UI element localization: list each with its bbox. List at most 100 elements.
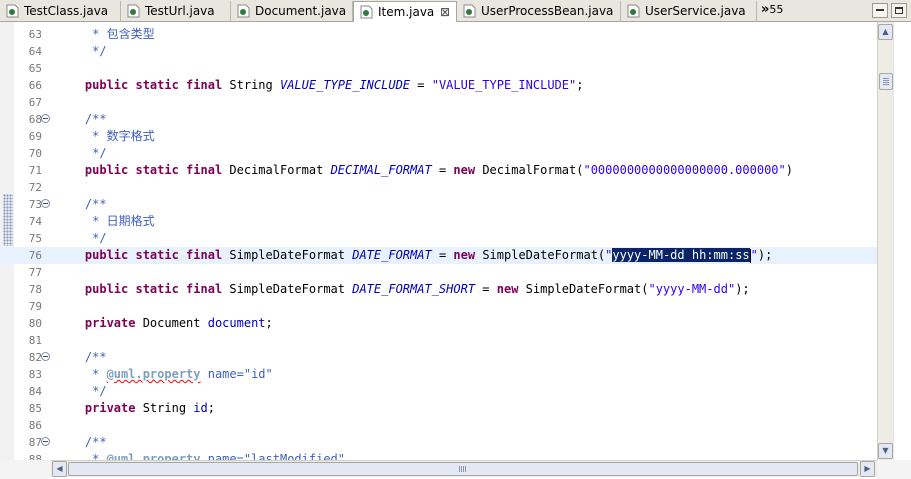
code-token: */	[56, 44, 107, 58]
tab-testclass[interactable]: TestClass.java	[0, 1, 121, 22]
code-token: =	[431, 163, 454, 177]
code-token: );	[735, 282, 750, 296]
code-line[interactable]: 70 */	[0, 145, 877, 162]
code-line[interactable]: 77	[0, 264, 877, 281]
code-line[interactable]: 85 private String id;	[0, 400, 877, 417]
code-token: private	[84, 316, 136, 330]
tab-label: TestUrl.java	[145, 4, 215, 18]
code-line[interactable]: 87 /**	[0, 434, 877, 451]
code-line[interactable]: 86	[0, 417, 877, 434]
code-line[interactable]: 69 * 数字格式	[0, 128, 877, 145]
code-token: new	[453, 163, 476, 177]
tab-userservice[interactable]: UserService.java	[621, 1, 757, 22]
code-token: ;	[576, 78, 584, 92]
fold-collapse-icon[interactable]	[41, 437, 50, 446]
code-line[interactable]: 79	[0, 298, 877, 315]
line-number: 87	[28, 436, 42, 449]
code-line[interactable]: 80 private Document document;	[0, 315, 877, 332]
code-token: SimpleDateFormat	[222, 282, 353, 296]
code-line[interactable]: 74 * 日期格式	[0, 213, 877, 230]
code-line[interactable]: 73 /**	[0, 196, 877, 213]
code-line[interactable]: 66 public static final String VALUE_TYPE…	[0, 77, 877, 94]
code-line[interactable]: 83 * @uml.property name="id"	[0, 366, 877, 383]
code-token: document	[207, 316, 266, 330]
code-line[interactable]: 84 */	[0, 383, 877, 400]
window-controls	[869, 3, 907, 22]
code-token: * 日期格式	[56, 214, 155, 228]
java-file-icon	[237, 4, 250, 18]
code-text: */	[56, 145, 107, 162]
code-token: DecimalFormat(	[475, 163, 584, 177]
close-tab-icon[interactable]: ⊠	[440, 2, 450, 22]
code-line[interactable]: 63 * 包含类型	[0, 26, 877, 43]
code-token: new	[496, 282, 519, 296]
code-token: * 包含类型	[56, 27, 155, 41]
code-line[interactable]: 72	[0, 179, 877, 196]
scroll-up-icon[interactable]: ▲	[878, 24, 893, 40]
code-line[interactable]: 65	[0, 60, 877, 77]
overview-ruler[interactable]	[893, 22, 911, 460]
vertical-scrollbar[interactable]: ▲ ▼	[877, 22, 893, 460]
horizontal-scrollbar[interactable]: ◀ ▶	[51, 460, 877, 477]
code-token: id	[193, 401, 208, 415]
line-number: 67	[28, 96, 42, 109]
code-token: */	[56, 146, 107, 160]
line-number: 82	[28, 351, 42, 364]
scroll-left-icon[interactable]: ◀	[52, 461, 67, 477]
code-editor[interactable]: 63 * 包含类型 64 */65 66 public static final S…	[0, 22, 877, 460]
code-line[interactable]: 76 public static final SimpleDateFormat …	[0, 247, 877, 264]
code-line[interactable]: 82 /**	[0, 349, 877, 366]
tab-testurl[interactable]: TestUrl.java	[121, 1, 231, 22]
tab-label: UserService.java	[645, 4, 746, 18]
code-line[interactable]: 88 * @uml.property name="lastModified"	[0, 451, 877, 460]
code-line[interactable]: 64 */	[0, 43, 877, 60]
code-line[interactable]: 67	[0, 94, 877, 111]
line-number: 78	[28, 283, 42, 296]
java-file-icon	[127, 4, 140, 18]
code-token: "0000000000000000000.000000"	[583, 163, 786, 177]
code-line[interactable]: 75 */	[0, 230, 877, 247]
code-line[interactable]: 71 public static final DecimalFormat DEC…	[0, 162, 877, 179]
line-number: 88	[28, 453, 42, 460]
fold-collapse-icon[interactable]	[41, 352, 50, 361]
code-token: private	[84, 401, 136, 415]
line-number: 79	[28, 300, 42, 313]
horizontal-scroll-thumb[interactable]	[68, 462, 858, 476]
code-token: @uml.property	[106, 367, 201, 381]
code-token: public static final	[84, 248, 223, 262]
line-number: 68	[28, 113, 42, 126]
tab-userprocessbean[interactable]: UserProcessBean.java	[457, 1, 621, 22]
code-line[interactable]: 81	[0, 332, 877, 349]
code-text: */	[56, 383, 106, 400]
vertical-scroll-thumb[interactable]	[879, 73, 893, 90]
line-number: 71	[28, 164, 42, 177]
code-token: /**	[56, 435, 107, 449]
scroll-right-icon[interactable]: ▶	[860, 461, 875, 477]
code-text: * @uml.property name="id"	[56, 366, 273, 383]
code-token: *	[56, 367, 107, 381]
code-token: "	[750, 248, 758, 262]
code-line[interactable]: 68 /**	[0, 111, 877, 128]
code-token: * 数字格式	[56, 129, 155, 143]
code-token: *	[56, 452, 107, 460]
fold-collapse-icon[interactable]	[41, 114, 50, 123]
tab-overflow-button[interactable]: »55	[761, 0, 783, 20]
maximize-icon[interactable]	[891, 3, 907, 18]
scroll-corner-left	[0, 460, 51, 479]
line-number: 81	[28, 334, 42, 347]
code-token: public static final	[84, 163, 223, 177]
tab-item[interactable]: Item.java ⊠	[353, 1, 457, 23]
fold-collapse-icon[interactable]	[41, 199, 50, 208]
editor-tab-bar: TestClass.java TestUrl.java Document.jav…	[0, 0, 911, 23]
code-text: /**	[56, 434, 107, 451]
code-line[interactable]: 78 public static final SimpleDateFormat …	[0, 281, 877, 298]
scroll-down-icon[interactable]: ▼	[878, 443, 893, 459]
code-text: */	[56, 43, 107, 60]
tab-document[interactable]: Document.java	[231, 1, 353, 22]
line-number: 64	[28, 45, 42, 58]
minimize-icon[interactable]	[872, 3, 888, 18]
